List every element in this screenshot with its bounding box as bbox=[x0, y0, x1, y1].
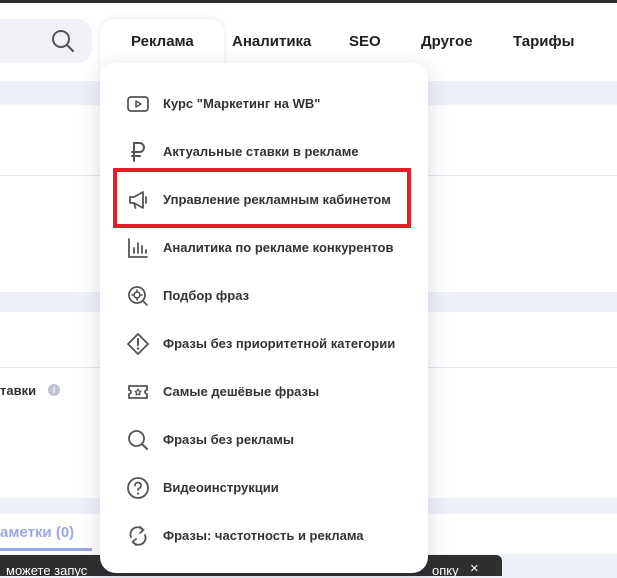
ruble-icon bbox=[131, 142, 145, 162]
nav-item-other[interactable]: Другое bbox=[421, 33, 473, 50]
highlight-box bbox=[113, 168, 411, 228]
menu-item-label: Аналитика по рекламе конкурентов bbox=[163, 240, 394, 255]
question-icon bbox=[127, 477, 149, 499]
search-icon[interactable] bbox=[51, 29, 75, 53]
toast-close-icon[interactable]: × bbox=[470, 560, 479, 577]
menu-item-label: Фразы: частотность и реклама bbox=[163, 528, 364, 543]
menu-item-label: Самые дешёвые фразы bbox=[163, 384, 320, 399]
nav-item-analytics[interactable]: Аналитика bbox=[232, 33, 311, 50]
menu-item-label: Видеоинструкции bbox=[163, 480, 279, 495]
menu-item-label: Подбор фраз bbox=[163, 288, 250, 303]
ticket-icon bbox=[128, 385, 148, 399]
search-icon bbox=[128, 430, 148, 450]
diamond-alert-icon bbox=[127, 333, 149, 355]
menu-item-label: Актуальные ставки в рекламе bbox=[163, 144, 359, 159]
menu-item-label: Курс "Маркетинг на WB" bbox=[163, 96, 321, 111]
menu-item-label: Фразы без приоритетной категории bbox=[163, 336, 396, 351]
search-field[interactable] bbox=[0, 19, 92, 63]
nav-item-pricing[interactable]: Тарифы bbox=[513, 33, 574, 50]
play-icon bbox=[127, 96, 149, 112]
search-plus-icon bbox=[128, 286, 148, 306]
nav-item-seo[interactable]: SEO bbox=[349, 33, 381, 50]
cycle-arrows-icon bbox=[129, 526, 147, 546]
bar-chart-icon bbox=[128, 238, 148, 258]
nav-item-advertising[interactable]: Реклама bbox=[131, 33, 194, 50]
menu-item-label: Фразы без рекламы bbox=[163, 432, 294, 447]
